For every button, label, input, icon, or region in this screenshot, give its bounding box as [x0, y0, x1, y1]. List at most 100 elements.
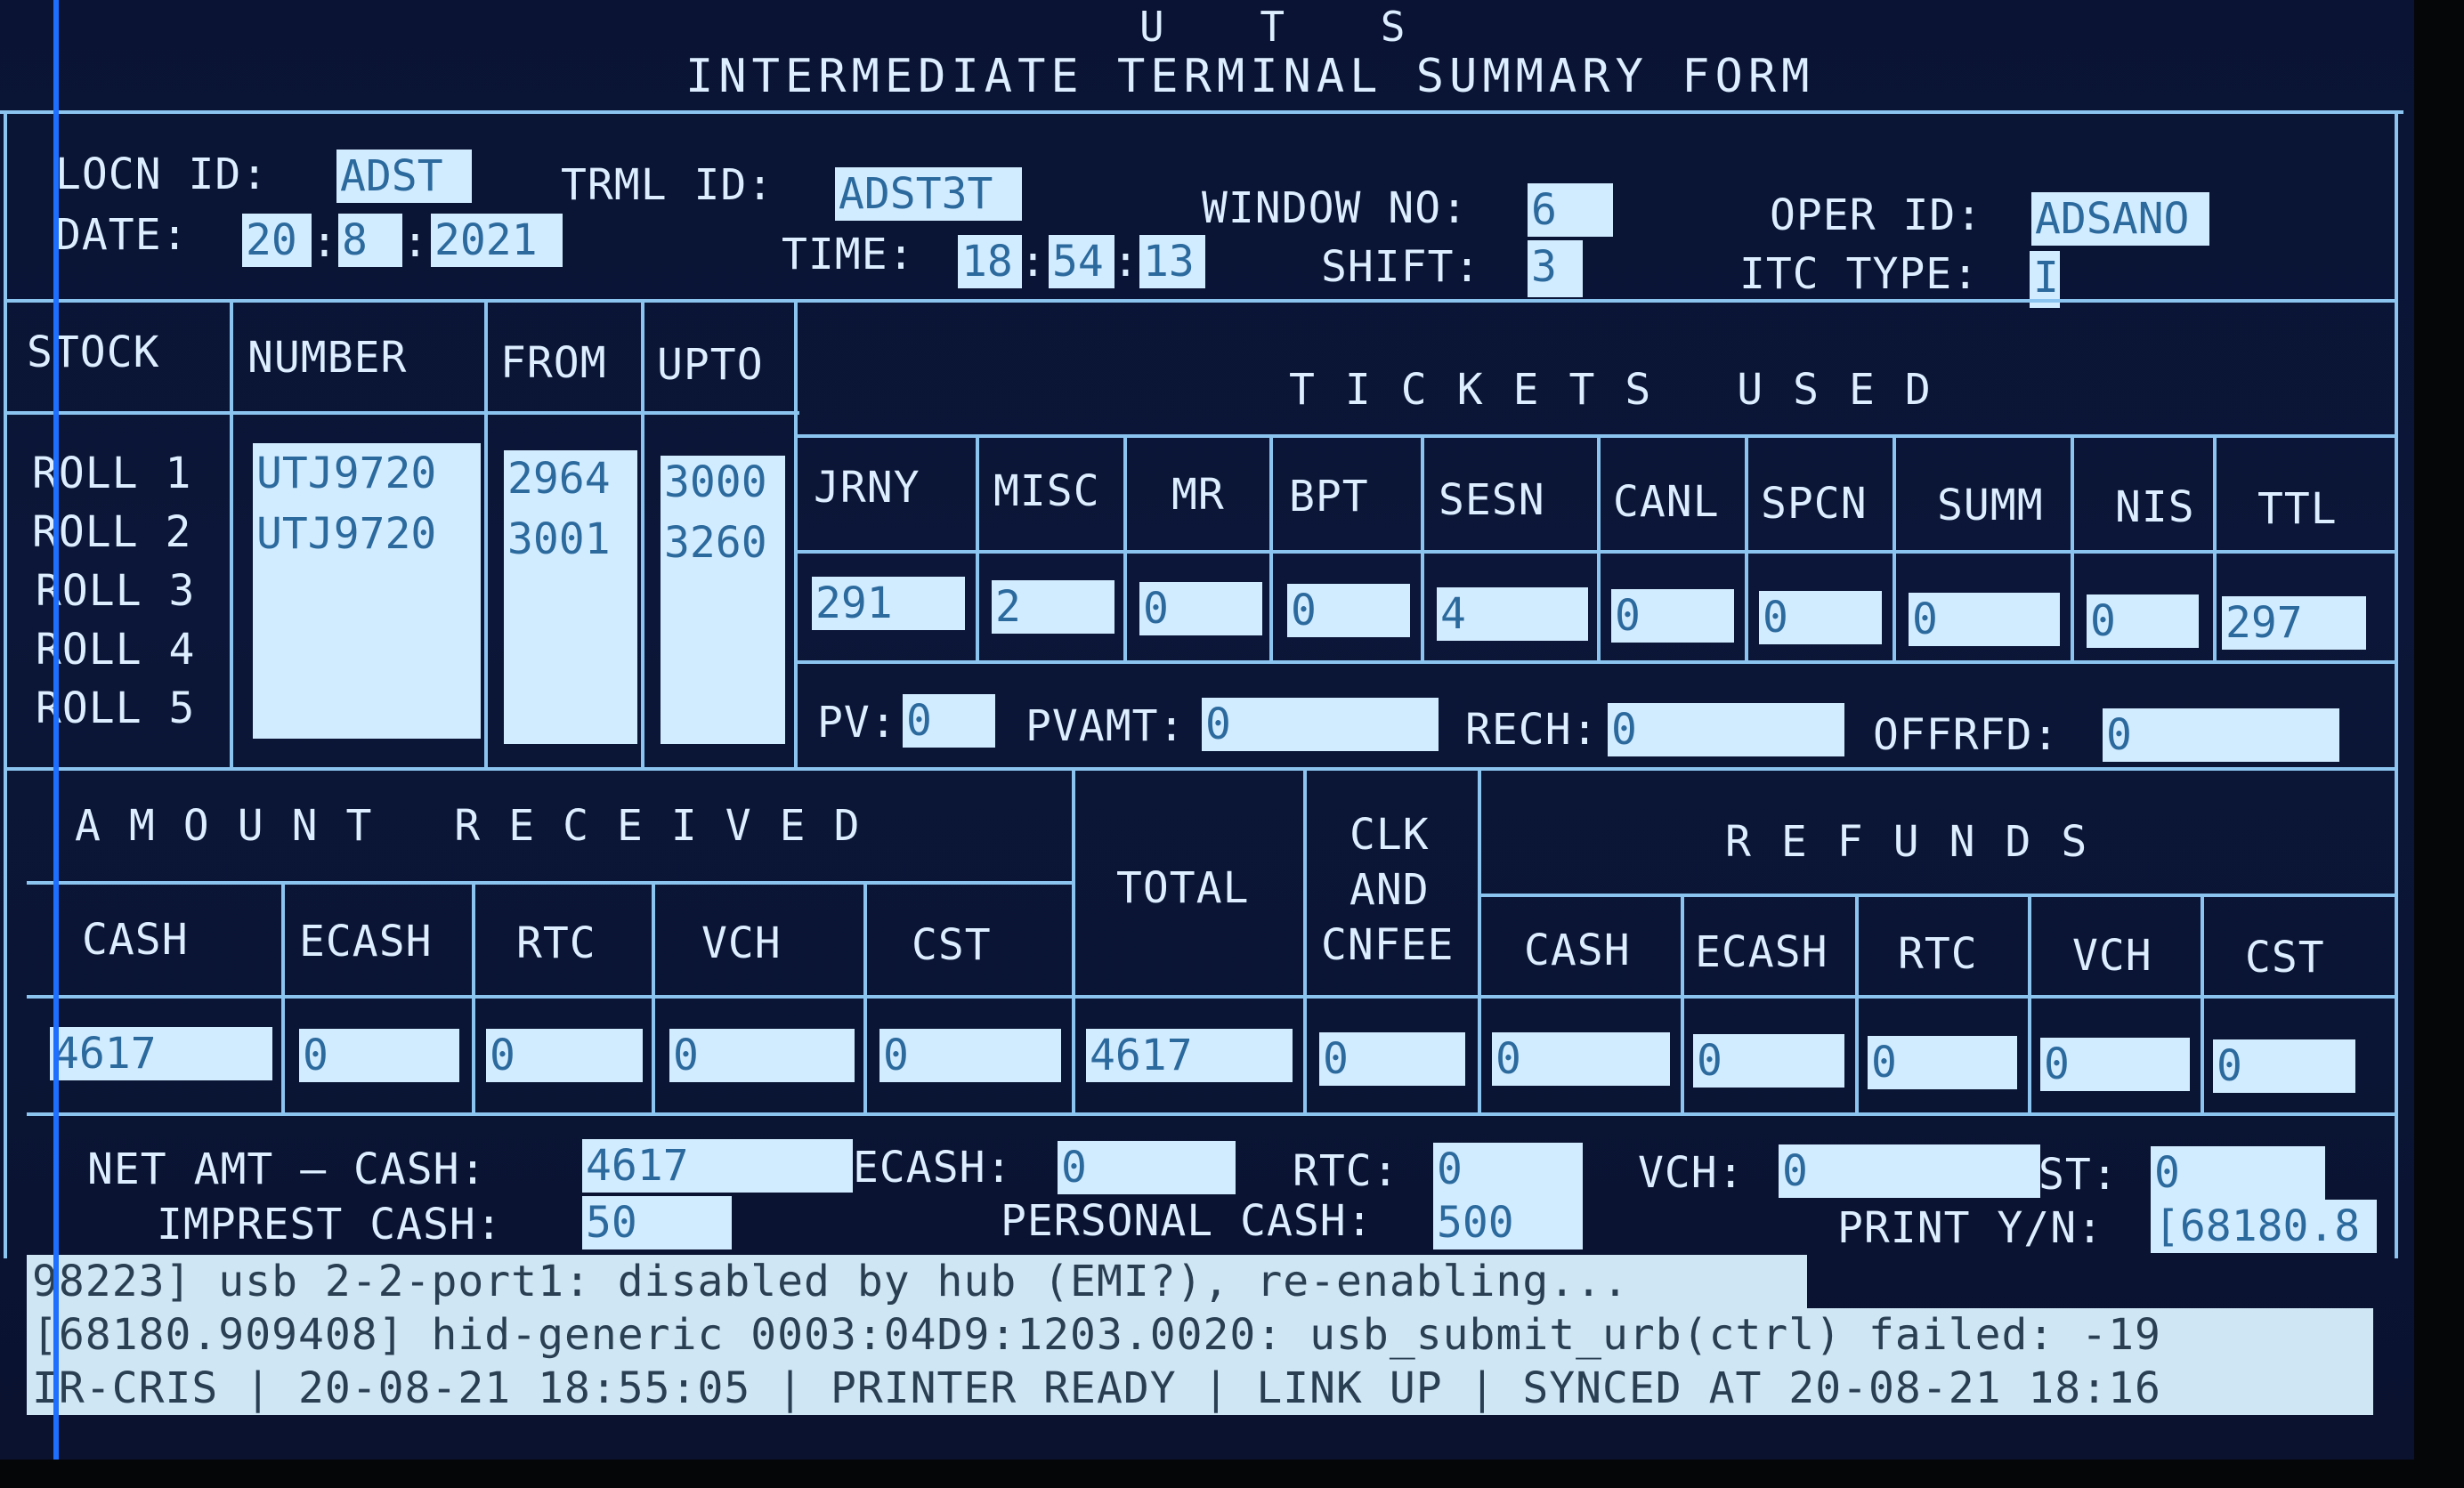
tickets-col-line — [1269, 434, 1273, 660]
frame-right-line — [2395, 110, 2398, 1258]
net-amt-cash-label: NET AMT — CASH: — [87, 1144, 487, 1194]
amount-values-line — [27, 995, 2395, 999]
spcn-field[interactable]: 0 — [1759, 591, 1882, 644]
amount-ecash-field[interactable]: 0 — [299, 1029, 459, 1082]
ttl-field[interactable]: 297 — [2222, 596, 2366, 650]
print-yn-field[interactable]: [68180.8 — [2151, 1200, 2377, 1253]
window-no-label: WINDOW NO: — [1202, 183, 1468, 233]
canl-field[interactable]: 0 — [1611, 589, 1734, 643]
sesn-field[interactable]: 4 — [1437, 587, 1588, 641]
roll-1-number[interactable]: UTJ9720 — [253, 447, 481, 500]
number-header: NUMBER — [247, 333, 408, 383]
tickets-col-line — [2071, 434, 2074, 660]
rech-field[interactable]: 0 — [1608, 703, 1844, 756]
refund-cst-field[interactable]: 0 — [2213, 1039, 2355, 1093]
refund-rtc-field[interactable]: 0 — [1868, 1036, 2017, 1089]
stock-header-line — [7, 411, 799, 415]
amount-cst-header: CST — [912, 920, 992, 970]
refund-cst-header: CST — [2245, 933, 2325, 983]
tickets-col-line — [1597, 434, 1601, 660]
roll-1-from[interactable]: 2964 — [504, 452, 637, 505]
date-year-field[interactable]: 2021 — [431, 214, 563, 267]
total-field[interactable]: 4617 — [1086, 1029, 1293, 1082]
clk-header-2: AND — [1350, 865, 1430, 915]
amount-vch-header: VCH — [701, 918, 782, 968]
roll-1-upto[interactable]: 3000 — [661, 456, 785, 509]
trml-id-field[interactable]: ADST3T — [835, 167, 1022, 221]
jrny-header: JRNY — [814, 463, 920, 513]
vertical-cursor-line — [53, 0, 59, 1460]
refund-col-line — [1855, 894, 1859, 1112]
mr-header: MR — [1171, 470, 1225, 520]
jrny-field[interactable]: 291 — [812, 577, 965, 630]
net-st-field[interactable]: 0 — [2151, 1146, 2325, 1200]
net-vch-field[interactable]: 0 — [1779, 1144, 2040, 1198]
form-title: INTERMEDIATE TERMINAL SUMMARY FORM — [685, 50, 1815, 103]
tickets-col-line — [2213, 434, 2217, 660]
print-yn-label: PRINT Y/N: — [1837, 1203, 2103, 1253]
mr-field[interactable]: 0 — [1139, 582, 1262, 635]
misc-field[interactable]: 2 — [992, 580, 1114, 634]
clk-cnfee-field[interactable]: 0 — [1319, 1032, 1465, 1086]
roll-2-from[interactable]: 3001 — [504, 513, 637, 566]
frame-left-line — [4, 110, 7, 1258]
shift-field[interactable]: 3 — [1528, 240, 1583, 297]
monitor-bezel-right — [2414, 0, 2464, 1488]
roll-5-label: ROLL 5 — [36, 683, 196, 733]
pv-field[interactable]: 0 — [903, 694, 995, 748]
amount-cst-field[interactable]: 0 — [879, 1029, 1061, 1082]
stock-col-line-3 — [641, 299, 644, 771]
amount-cash-field[interactable]: 4617 — [50, 1027, 272, 1080]
pvamt-field[interactable]: 0 — [1202, 698, 1439, 751]
stock-col-line-4 — [794, 299, 798, 771]
amount-received-title: AMOUNT RECEIVED — [75, 801, 888, 851]
amount-vch-field[interactable]: 0 — [669, 1029, 855, 1082]
time-hour-field[interactable]: 18 — [958, 235, 1022, 288]
terminal-screen: U T S INTERMEDIATE TERMINAL SUMMARY FORM… — [0, 0, 2414, 1460]
refund-ecash-field[interactable]: 0 — [1693, 1034, 1844, 1088]
roll-2-number[interactable]: UTJ9720 — [253, 507, 481, 561]
date-month-field[interactable]: 8 — [338, 214, 402, 267]
pv-label: PV: — [817, 698, 897, 748]
tickets-col-line — [1123, 434, 1127, 660]
amount-col-line — [281, 885, 285, 1112]
net-ecash-label: ECASH: — [853, 1143, 1013, 1193]
refund-cash-header: CASH — [1524, 926, 1631, 975]
oper-id-field[interactable]: ADSANO — [2031, 192, 2209, 246]
net-rtc-field[interactable]: 0 — [1433, 1143, 1583, 1196]
net-amt-cash-field[interactable]: 4617 — [582, 1139, 853, 1193]
summ-field[interactable]: 0 — [1909, 593, 2060, 646]
net-ecash-field[interactable]: 0 — [1058, 1141, 1236, 1194]
roll-3-label: ROLL 3 — [36, 566, 196, 616]
roll-2-upto[interactable]: 3260 — [661, 516, 785, 570]
imprest-cash-field[interactable]: 50 — [582, 1196, 732, 1249]
refund-cash-field[interactable]: 0 — [1492, 1032, 1670, 1086]
pvamt-label: PVAMT: — [1025, 701, 1186, 751]
tickets-values-line — [798, 550, 2395, 554]
window-no-field[interactable]: 6 — [1528, 183, 1613, 237]
refund-vch-field[interactable]: 0 — [2040, 1038, 2190, 1091]
offrfd-label: OFFRFD: — [1873, 710, 2060, 760]
date-day-field[interactable]: 20 — [242, 214, 312, 267]
time-separator-2: : — [1113, 237, 1139, 287]
amount-rtc-field[interactable]: 0 — [486, 1029, 643, 1082]
ttl-header: TTL — [2257, 484, 2338, 534]
itc-type-label: ITC TYPE: — [1739, 249, 1980, 299]
locn-id-field[interactable]: ADST — [336, 150, 472, 203]
amount-rtc-header: RTC — [516, 918, 596, 968]
amount-header-line — [27, 881, 1074, 885]
status-bar: IR-CRIS | 20-08-21 18:55:05 | PRINTER RE… — [27, 1362, 2373, 1415]
bpt-header: BPT — [1289, 472, 1369, 522]
bpt-field[interactable]: 0 — [1287, 584, 1410, 637]
date-separator: : — [312, 217, 338, 267]
time-second-field[interactable]: 13 — [1139, 235, 1205, 288]
canl-header: CANL — [1613, 477, 1720, 527]
amount-col-line — [1478, 771, 1481, 1112]
nis-field[interactable]: 0 — [2087, 594, 2199, 648]
tickets-col-line — [976, 434, 979, 660]
personal-cash-field[interactable]: 500 — [1433, 1196, 1583, 1249]
refund-col-line — [2201, 894, 2204, 1112]
tickets-col-line — [1745, 434, 1748, 660]
offrfd-field[interactable]: 0 — [2103, 708, 2339, 762]
time-minute-field[interactable]: 54 — [1049, 235, 1114, 288]
